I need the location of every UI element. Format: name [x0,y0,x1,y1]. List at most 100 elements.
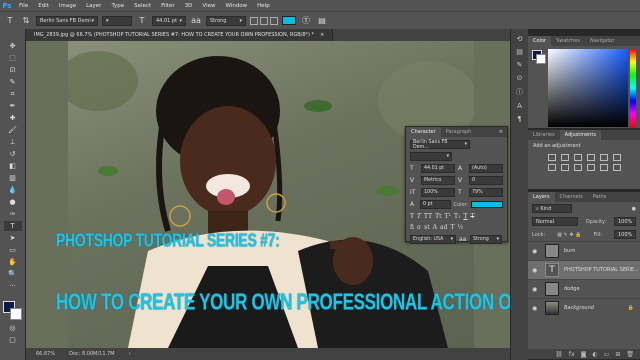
menu-help[interactable]: Help [252,3,275,9]
paragraph-icon[interactable]: ¶ [517,115,521,123]
type-tool-icon[interactable]: T [4,15,16,27]
ligature-icon[interactable]: fi [410,224,414,231]
zoom-level[interactable]: 66.67% [36,351,55,357]
menu-3d[interactable]: 3D [180,3,198,9]
titling-icon[interactable]: A [433,224,437,231]
align-right-icon[interactable] [270,16,278,25]
curves-icon[interactable] [574,154,582,161]
shape-tool-icon[interactable]: ▭ [4,245,22,255]
background-color-swatch[interactable] [9,308,22,320]
quick-select-tool-icon[interactable]: ✎ [4,77,22,87]
font-style-select[interactable]: ▾ [410,152,452,161]
new-group-icon[interactable]: ▭ [604,351,610,358]
stylistic-icon[interactable]: st [424,224,430,231]
layer-style-icon[interactable]: fx [569,351,575,358]
text-icon[interactable]: A [517,102,522,110]
exposure-icon[interactable] [587,154,595,161]
baseline-shift-field[interactable]: 0 pt [420,200,451,209]
marquee-tool-icon[interactable]: ⬚ [4,53,22,63]
add-mask-icon[interactable]: ◙ [581,351,587,358]
tracking-field[interactable]: 0 [469,176,503,185]
panel-menu-icon[interactable]: ≡ [499,129,503,135]
align-center-icon[interactable] [260,16,268,25]
properties-icon[interactable]: ▤ [516,48,523,56]
faux-bold-icon[interactable]: T [410,213,414,220]
background-color-swatch[interactable] [536,54,546,64]
hue-saturation-icon[interactable] [613,154,621,161]
color-lookup-icon[interactable] [600,164,608,171]
type-tool-icon[interactable]: T [3,221,22,231]
delete-layer-icon[interactable]: 🗑 [626,351,634,358]
vertical-scale-field[interactable]: 100% [421,188,455,197]
tab-paths[interactable]: Paths [588,192,612,202]
ordinal-icon[interactable]: ad [440,224,447,231]
superscript-icon[interactable]: T¹ [445,213,451,220]
hue-slider[interactable] [630,49,636,127]
chevron-right-icon[interactable]: › [129,351,131,357]
caption-line-2[interactable]: HOW TO CREATE YOUR OWN PROFESSIONAL ACTI… [56,289,510,316]
visibility-eye-icon[interactable]: ◉ [532,248,540,255]
tab-character[interactable]: Character [406,127,441,137]
tab-color[interactable]: Color [528,36,552,46]
font-style-select[interactable]: ▾ [102,15,132,26]
font-size-field[interactable]: 44.01 pt [421,164,455,173]
tab-navigator[interactable]: Navigator [585,36,619,46]
eyedropper-tool-icon[interactable]: ✒ [4,101,22,111]
brush-tool-icon[interactable]: 🖌 [4,125,22,135]
color-balance-icon[interactable] [548,164,556,171]
invert-icon[interactable] [613,164,621,171]
black-white-icon[interactable] [561,164,569,171]
color-swatches[interactable] [2,301,23,321]
text-color-swatch[interactable] [282,16,296,25]
font-size-select[interactable]: 44.01 pt ▾ [152,15,186,26]
new-layer-icon[interactable]: ⊞ [615,351,620,358]
info-icon[interactable]: ⓘ [516,87,523,97]
text-orientation-icon[interactable]: ⇅ [20,15,32,27]
crop-tool-icon[interactable]: ⌗ [4,89,22,99]
anti-alias-select[interactable]: Strong ▾ [470,235,502,244]
gradient-tool-icon[interactable]: ▥ [4,173,22,183]
anti-alias-select[interactable]: Strong ▾ [206,15,246,26]
history-brush-icon[interactable]: ↺ [4,149,22,159]
healing-tool-icon[interactable]: ✚ [4,113,22,123]
hand-tool-icon[interactable]: ✋ [4,257,22,267]
font-family-select[interactable]: Berlin Sans FB Demi ▾ [36,15,98,26]
tab-libraries[interactable]: Libraries [528,130,560,140]
dodge-tool-icon[interactable]: ● [4,197,22,207]
brightness-icon[interactable] [548,154,556,161]
history-icon[interactable]: ⟲ [517,35,523,43]
menu-view[interactable]: View [197,3,220,9]
menu-type[interactable]: Type [106,3,129,9]
eraser-tool-icon[interactable]: ◧ [4,161,22,171]
layer-row-text[interactable]: ◉ T PHOTSHOP TUTORIAL SERIE... [528,260,640,279]
fraction-half-icon[interactable]: ½ [457,224,463,231]
fill-field[interactable]: 100% [614,230,636,239]
levels-icon[interactable] [561,154,569,161]
strikethrough-icon[interactable]: T [470,213,474,220]
warp-text-icon[interactable]: Ⓣ [300,15,312,27]
menu-file[interactable]: File [14,3,33,9]
menu-edit[interactable]: Edit [33,3,54,9]
layer-row-burn[interactable]: ◉ burn [528,241,640,260]
pen-tool-icon[interactable]: ✑ [4,209,22,219]
caption-line-1[interactable]: PHOTSHOP TUTORIAL SERIES #7: [56,229,280,251]
tab-paragraph[interactable]: Paragraph [441,127,477,137]
visibility-eye-icon[interactable]: ◉ [532,286,540,293]
filter-toggle-icon[interactable]: ● [632,206,636,212]
tab-layers[interactable]: Layers [528,192,555,202]
path-select-tool-icon[interactable]: ➤ [4,233,22,243]
visibility-eye-icon[interactable]: ◉ [532,267,540,274]
layer-row-background[interactable]: ◉ Background 🔒 [528,298,640,317]
clone-source-icon[interactable]: ⊙ [517,74,523,82]
lock-icons[interactable]: ▦ ✎ ✥ 🔒 [557,232,581,238]
tab-swatches[interactable]: Swatches [551,36,585,46]
lasso-tool-icon[interactable]: ᘏ [4,65,22,75]
text-color-swatch[interactable] [471,201,503,208]
color-field[interactable] [548,49,628,127]
faux-italic-icon[interactable]: T [417,213,421,220]
all-caps-icon[interactable]: TT [424,213,432,220]
small-caps-icon[interactable]: Tt [435,213,441,220]
close-icon[interactable]: × [320,32,324,38]
blur-tool-icon[interactable]: 💧 [4,185,22,195]
menu-window[interactable]: Window [220,3,252,9]
